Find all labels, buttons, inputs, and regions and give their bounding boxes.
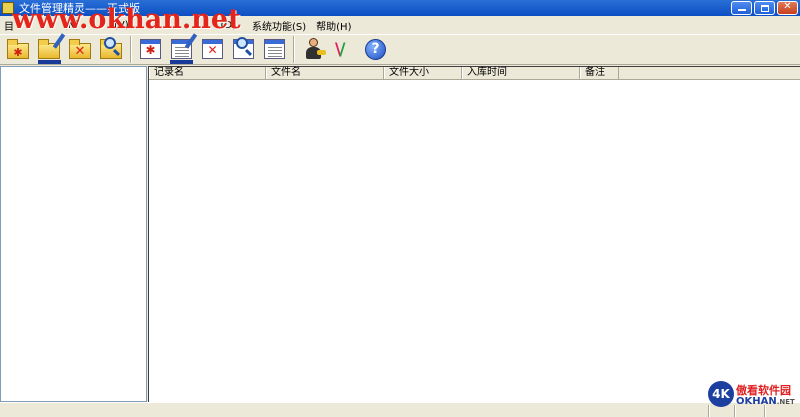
record-tools: ✱ ✕	[138, 33, 287, 64]
column-header-import-time[interactable]: 入库时间	[462, 67, 580, 79]
logo-icon: \/	[335, 40, 346, 60]
maximize-icon	[761, 5, 769, 12]
column-header-record-name[interactable]: 记录名	[149, 67, 266, 79]
edit-record-button[interactable]	[169, 33, 198, 64]
watermark-badge: 4K	[708, 381, 734, 407]
record-list[interactable]: 记录名 文件名 文件大小 入库时间 备注	[148, 66, 800, 402]
menu-item-system[interactable]: 系统功能(S)	[252, 18, 312, 33]
person-head	[309, 38, 318, 47]
app-window: 文件管理精灵——正式版 ✕ 目 (N) (V) (D) 系统功能(S) 帮助(H…	[0, 0, 800, 417]
window-controls: ✕	[731, 1, 798, 15]
toolbar-separator	[293, 36, 295, 63]
new-folder-icon: ✱	[7, 39, 29, 59]
logo-button[interactable]: \/	[332, 37, 357, 62]
star-mark: ✱	[13, 46, 23, 59]
watermark-url: www.okhan.net	[12, 4, 241, 35]
doc-header	[265, 40, 284, 44]
close-icon: ✕	[783, 1, 792, 12]
help-button[interactable]: ?	[363, 37, 388, 62]
watermark-en: OKHAN	[736, 396, 777, 407]
list-header: 记录名 文件名 文件大小 入库时间 备注	[149, 67, 800, 80]
new-record-button[interactable]: ✱	[138, 37, 163, 62]
key-mark	[317, 50, 326, 55]
column-header-file-name[interactable]: 文件名	[266, 67, 384, 79]
print-record-button[interactable]	[262, 37, 287, 62]
delete-record-button[interactable]: ✕	[200, 37, 225, 62]
watermark-logo: 4K 傲看软件园 OKHAN.NET	[708, 381, 800, 417]
delete-folder-button[interactable]: ✕	[68, 37, 93, 62]
x-mark: ✕	[74, 44, 86, 59]
x-mark: ✕	[207, 43, 218, 57]
logo-right: /	[339, 40, 345, 60]
magnifier-mark	[104, 37, 116, 49]
folder-tree[interactable]	[0, 66, 147, 402]
find-record-button[interactable]	[231, 37, 256, 62]
user-key-button[interactable]	[301, 37, 326, 62]
new-record-icon: ✱	[140, 39, 161, 59]
toolbar-separator	[130, 36, 132, 63]
column-header-notes[interactable]: 备注	[580, 67, 619, 79]
label-strip	[38, 60, 61, 64]
delete-folder-icon: ✕	[69, 39, 91, 59]
minimize-icon	[738, 9, 746, 11]
status-bar	[0, 402, 800, 417]
column-header-file-size[interactable]: 文件大小	[384, 67, 462, 79]
toolbar: ✱ ✕ ✱ ✕ \/ ?	[0, 33, 800, 65]
search-folder-button[interactable]	[99, 37, 124, 62]
label-strip	[170, 60, 193, 64]
delete-record-icon: ✕	[202, 39, 223, 59]
user-key-icon	[305, 38, 326, 60]
watermark-en-suffix: .NET	[776, 398, 795, 406]
magnifier-mark	[236, 37, 248, 49]
print-record-icon	[264, 39, 285, 59]
minimize-button[interactable]	[731, 1, 752, 15]
system-tools: \/ ?	[301, 37, 388, 62]
watermark-site-domain: OKHAN.NET	[736, 396, 795, 407]
maximize-button[interactable]	[754, 1, 775, 15]
close-button[interactable]: ✕	[777, 1, 798, 15]
help-icon: ?	[365, 39, 386, 60]
menu-item-help[interactable]: 帮助(H)	[316, 18, 357, 33]
folder-tools: ✱ ✕	[6, 33, 124, 64]
star-mark: ✱	[145, 43, 156, 57]
new-folder-button[interactable]: ✱	[6, 37, 31, 62]
doc-lines	[268, 47, 282, 48]
edit-folder-button[interactable]	[37, 33, 66, 64]
